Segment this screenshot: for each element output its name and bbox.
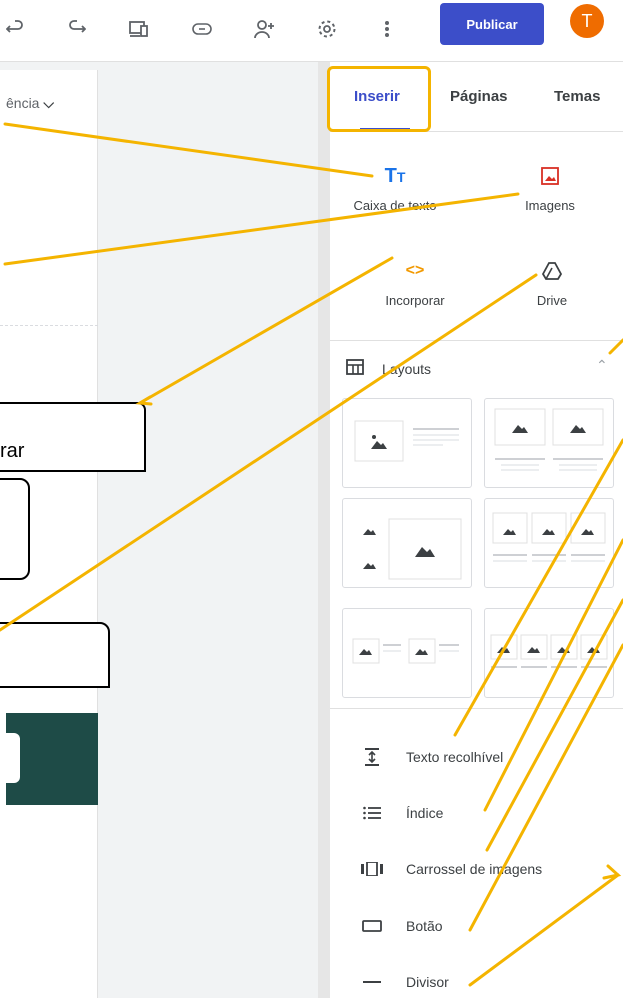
component-carousel[interactable]: Carrossel de imagens [360, 861, 542, 877]
component-button-label: Botão [406, 918, 443, 934]
add-person-icon[interactable] [250, 14, 280, 44]
component-toc-label: Índice [406, 805, 444, 821]
carousel-icon [360, 862, 384, 876]
theme-dropdown-label: ência [6, 95, 40, 111]
layouts-icon [346, 359, 364, 378]
insert-separator [330, 340, 623, 341]
layout-three-images[interactable] [484, 498, 614, 588]
insert-drive-label: Drive [536, 293, 568, 308]
tab-paginas[interactable]: Páginas [450, 88, 508, 105]
insert-drive[interactable]: Drive [487, 257, 617, 308]
layout-two-images[interactable] [484, 398, 614, 488]
embed-callout: rar [0, 402, 146, 472]
content-block[interactable] [6, 713, 98, 805]
layout-image-grid[interactable] [342, 498, 472, 588]
button-icon [360, 920, 384, 932]
theme-dropdown[interactable]: ência ⌵ [6, 95, 54, 112]
layout-image-text-pairs[interactable] [342, 608, 472, 698]
block-handle[interactable] [6, 733, 20, 783]
drive-icon [487, 257, 617, 285]
embed-icon: <> [405, 262, 425, 279]
component-button[interactable]: Botão [360, 918, 443, 934]
tab-annotation-box [327, 66, 431, 132]
panel-tabs: Inserir Páginas Temas [327, 62, 623, 132]
component-collapsible-text-label: Texto recolhível [406, 749, 504, 765]
gear-icon[interactable] [312, 14, 342, 44]
text-callout-box [0, 622, 110, 688]
sites-editor: Publicar T ência ⌵ rar Inserir Páginas T… [0, 0, 623, 998]
more-vert-icon[interactable] [372, 14, 402, 44]
undo-icon[interactable] [0, 14, 30, 44]
panel-gutter [318, 62, 330, 998]
insert-images-label: Imagens [525, 198, 575, 213]
component-divider-label: Divisor [406, 974, 449, 990]
embed-callout-text: rar [0, 440, 25, 462]
top-toolbar: Publicar T [0, 0, 623, 62]
chevron-down-icon: ⌵ [43, 95, 54, 111]
component-toc[interactable]: Índice [360, 805, 443, 821]
image-icon [485, 162, 615, 190]
collapse-icon[interactable]: ⌃ [596, 357, 608, 374]
component-collapsible-text[interactable]: Texto recolhível [360, 748, 503, 766]
layout-four-images[interactable] [484, 608, 614, 698]
preview-devices-icon[interactable] [124, 14, 154, 44]
component-carousel-label: Carrossel de imagens [406, 861, 543, 877]
section-divider [0, 325, 98, 326]
divider-icon [360, 980, 384, 984]
table-of-contents-icon [360, 806, 384, 820]
component-divider[interactable]: Divisor [360, 974, 449, 990]
insert-embed-label: Incorporar [385, 293, 445, 308]
layouts-separator [330, 708, 623, 709]
insert-text-box[interactable]: TT Caixa de texto [330, 162, 460, 214]
drive-callout-box [0, 478, 30, 580]
insert-panel: Inserir Páginas Temas TT Caixa de texto … [327, 62, 623, 998]
text-box-icon: TT [384, 164, 406, 187]
insert-text-box-label: Caixa de texto [353, 198, 437, 213]
link-icon[interactable] [187, 14, 217, 44]
tab-temas[interactable]: Temas [554, 88, 600, 105]
avatar[interactable]: T [570, 4, 604, 38]
layouts-label: Layouts [382, 360, 432, 377]
layouts-header[interactable]: Layouts [346, 359, 431, 378]
insert-embed[interactable]: <> Incorporar [350, 257, 480, 308]
redo-icon[interactable] [62, 14, 92, 44]
collapsible-text-icon [360, 748, 384, 766]
publish-button[interactable]: Publicar [440, 3, 544, 45]
layout-image-text[interactable] [342, 398, 472, 488]
insert-images[interactable]: Imagens [485, 162, 615, 213]
